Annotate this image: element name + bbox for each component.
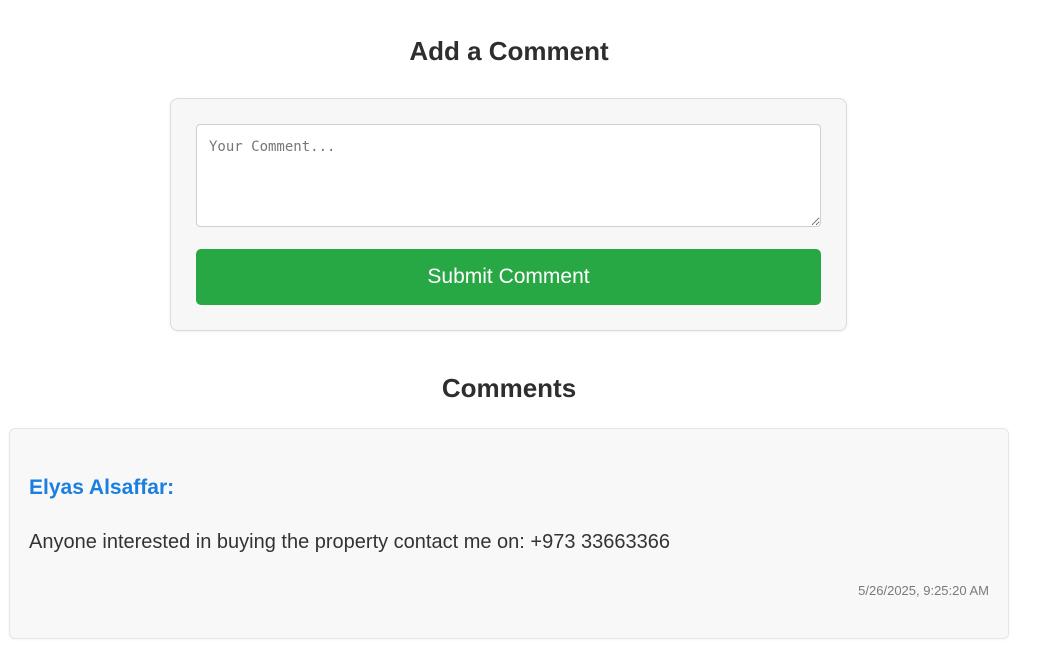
comment-timestamp: 5/26/2025, 9:25:20 AM <box>858 583 989 598</box>
comment-author: Elyas Alsaffar: <box>29 476 175 499</box>
submit-comment-button[interactable]: Submit Comment <box>196 249 821 305</box>
comment-text: Anyone interested in buying the property… <box>29 531 671 553</box>
comment-textarea[interactable] <box>196 124 821 227</box>
comment-card: Elyas Alsaffar: Anyone interested in buy… <box>9 428 1009 639</box>
comments-heading: Comments <box>441 373 577 403</box>
comment-form: Submit Comment <box>170 98 847 331</box>
add-comment-title: Add a Comment <box>409 36 609 66</box>
page: Add a Comment Submit Comment Comments El… <box>0 0 1043 662</box>
